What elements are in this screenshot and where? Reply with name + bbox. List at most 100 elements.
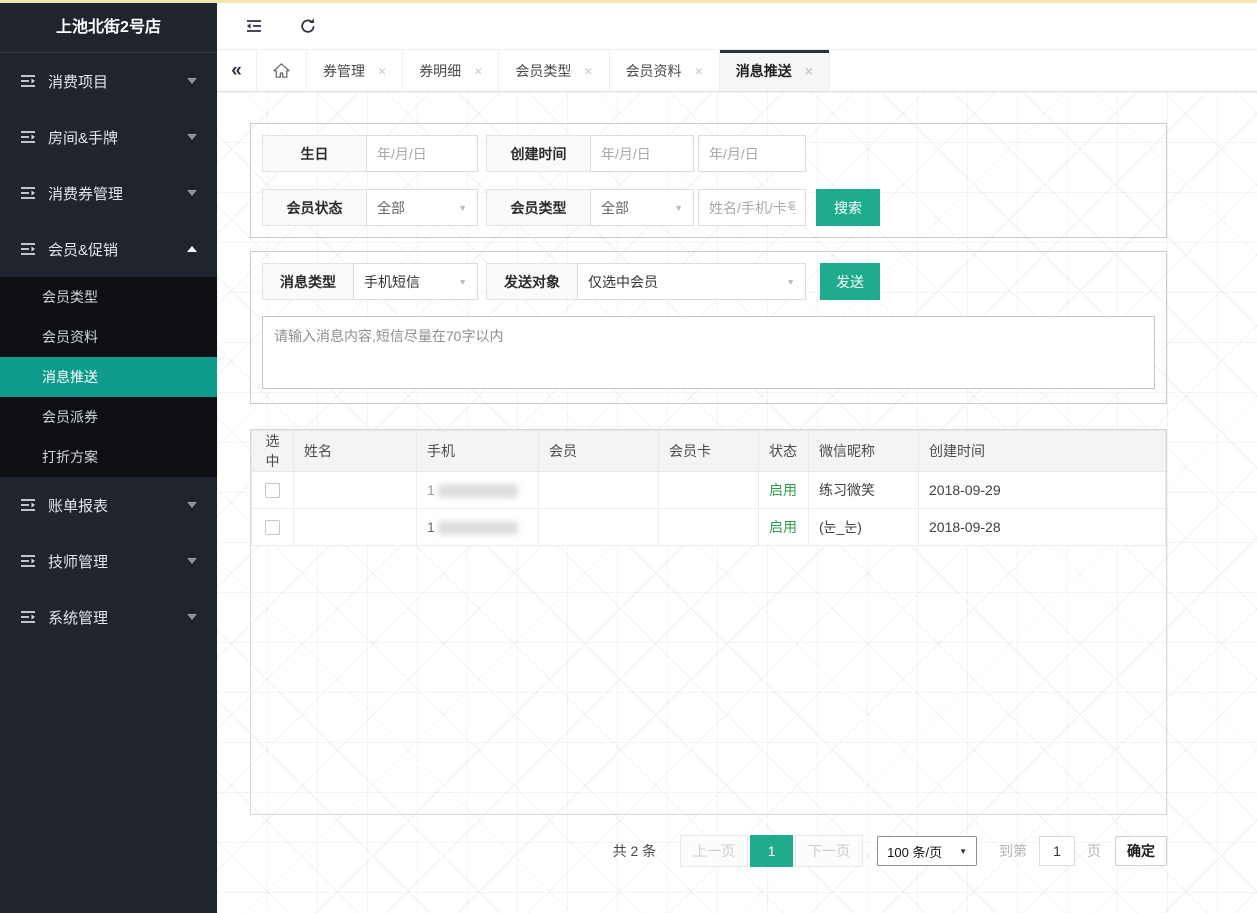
chevron-down-icon — [187, 78, 197, 84]
tab-coupon-management[interactable]: 券管理 × — [307, 50, 403, 91]
tab-member-type[interactable]: 会员类型 × — [499, 50, 609, 91]
sidebar-item-technician-management[interactable]: 技师管理 — [0, 533, 217, 589]
member-status-select[interactable]: 全部 ▼ — [366, 189, 478, 226]
chevron-down-icon: ▼ — [458, 277, 467, 287]
tab-message-push[interactable]: 消息推送 × — [720, 50, 830, 91]
row-checkbox[interactable] — [265, 483, 280, 498]
sidebar-item-system-management[interactable]: 系统管理 — [0, 589, 217, 645]
refresh-icon[interactable] — [299, 17, 317, 35]
prev-page-button[interactable]: 上一页 — [680, 835, 748, 867]
header-created-time: 创建时间 — [919, 431, 1166, 472]
tab-coupon-detail[interactable]: 券明细 × — [403, 50, 499, 91]
send-target-select[interactable]: 仅选中会员 ▼ — [577, 263, 806, 300]
toolbar — [217, 3, 1257, 49]
home-tab[interactable] — [257, 50, 307, 91]
member-type-label: 会员类型 — [486, 189, 591, 226]
phone-prefix: 1 — [427, 482, 435, 498]
close-icon[interactable]: × — [805, 63, 813, 79]
keyword-input[interactable] — [698, 189, 806, 226]
header-member-card: 会员卡 — [659, 431, 759, 472]
cell-wechat-nickname: 练习微笑 — [809, 472, 919, 509]
sidebar-item-member-coupon-send[interactable]: 会员派券 — [0, 397, 217, 437]
list-menu-icon — [20, 242, 36, 256]
cell-member — [539, 509, 659, 546]
cell-created-time: 2018-09-28 — [919, 509, 1166, 546]
sidebar-item-bill-report[interactable]: 账单报表 — [0, 477, 217, 533]
message-type-select[interactable]: 手机短信 ▼ — [353, 263, 478, 300]
table-header-row: 选中 姓名 手机 会员 会员卡 状态 微信昵称 创建时间 — [252, 431, 1166, 472]
search-button[interactable]: 搜索 — [816, 189, 880, 226]
sidebar-submenu: 会员类型 会员资料 消息推送 会员派券 打折方案 — [0, 277, 217, 477]
sidebar-item-member-info[interactable]: 会员资料 — [0, 317, 217, 357]
header-selected: 选中 — [252, 431, 294, 472]
page-size-select[interactable]: 100 条/页 ▼ — [877, 836, 977, 866]
cell-name — [294, 509, 417, 546]
top-accent-strip — [0, 0, 1257, 3]
page-size-value: 100 条/页 — [887, 842, 942, 861]
close-icon[interactable]: × — [474, 63, 482, 79]
list-menu-icon — [20, 610, 36, 624]
birthday-input[interactable] — [366, 135, 478, 172]
tab-member-info[interactable]: 会员资料 × — [610, 50, 720, 91]
member-status-label: 会员状态 — [262, 189, 367, 226]
table-row: 1 启用 (눈_눈) 2018-09-28 — [252, 509, 1166, 546]
message-row: 消息类型 手机短信 ▼ 发送对象 仅选中会员 ▼ 发送 — [262, 263, 1155, 300]
send-target-label: 发送对象 — [486, 263, 578, 300]
created-to-input[interactable] — [698, 135, 806, 172]
tab-label: 会员资料 — [626, 61, 682, 81]
chevron-up-icon — [187, 246, 197, 252]
list-menu-icon — [20, 186, 36, 200]
created-from-input[interactable] — [590, 135, 694, 172]
redacted-phone-blur — [438, 484, 518, 498]
message-content-textarea[interactable] — [262, 316, 1155, 389]
sidebar-item-coupon-management[interactable]: 消费券管理 — [0, 165, 217, 221]
birthday-label: 生日 — [262, 135, 367, 172]
list-menu-icon — [20, 74, 36, 88]
sidebar-item-label: 技师管理 — [48, 551, 187, 572]
chevron-down-icon: ▼ — [458, 203, 467, 213]
cell-phone: 1 — [417, 509, 539, 546]
chevron-down-icon: ▼ — [674, 203, 683, 213]
tabs-collapse-button[interactable]: « — [217, 50, 257, 91]
row-checkbox[interactable] — [265, 520, 280, 535]
sidebar-item-label: 房间&手牌 — [48, 127, 187, 148]
cell-name — [294, 472, 417, 509]
member-status-value: 全部 — [377, 198, 405, 218]
chevron-down-icon — [187, 190, 197, 196]
main-area: « 券管理 × 券明细 × 会员类型 × 会员资料 × 消息推送 × — [217, 0, 1257, 913]
close-icon[interactable]: × — [378, 63, 386, 79]
cell-member-card — [659, 472, 759, 509]
sidebar-item-message-push[interactable]: 消息推送 — [0, 357, 217, 397]
sidebar-item-member-promotion[interactable]: 会员&促销 — [0, 221, 217, 277]
search-row-2: 会员状态 全部 ▼ 会员类型 全部 ▼ 搜索 — [262, 189, 1155, 226]
message-type-label: 消息类型 — [262, 263, 354, 300]
chevron-down-icon — [187, 614, 197, 620]
member-type-select[interactable]: 全部 ▼ — [590, 189, 694, 226]
collapse-sidebar-icon[interactable] — [245, 17, 263, 35]
tab-label: 券管理 — [323, 61, 365, 81]
sidebar-item-rooms[interactable]: 房间&手牌 — [0, 109, 217, 165]
sidebar: 上池北街2号店 消费项目 房间&手牌 消费券管理 会员&促销 会员类型 会员资料… — [0, 0, 217, 913]
goto-page-suffix: 页 — [1087, 841, 1101, 861]
store-title: 上池北街2号店 — [0, 3, 217, 53]
tab-label: 券明细 — [419, 61, 461, 81]
next-page-button[interactable]: 下一页 — [795, 835, 863, 867]
confirm-button[interactable]: 确定 — [1115, 836, 1167, 866]
header-name: 姓名 — [294, 431, 417, 472]
sidebar-item-member-type[interactable]: 会员类型 — [0, 277, 217, 317]
sidebar-item-consume-projects[interactable]: 消费项目 — [0, 53, 217, 109]
member-type-value: 全部 — [601, 198, 629, 218]
search-row-1: 生日 创建时间 — [262, 135, 1155, 172]
goto-page-input[interactable] — [1039, 836, 1075, 866]
cell-member — [539, 472, 659, 509]
chevron-down-icon: ▼ — [959, 847, 967, 856]
chevron-down-icon — [187, 502, 197, 508]
close-icon[interactable]: × — [584, 63, 592, 79]
send-button[interactable]: 发送 — [820, 263, 880, 300]
close-icon[interactable]: × — [695, 63, 703, 79]
goto-page-prefix: 到第 — [999, 841, 1027, 861]
sidebar-item-discount-plan[interactable]: 打折方案 — [0, 437, 217, 477]
current-page-button[interactable]: 1 — [750, 835, 793, 867]
list-menu-icon — [20, 498, 36, 512]
cell-wechat-nickname: (눈_눈) — [809, 509, 919, 546]
